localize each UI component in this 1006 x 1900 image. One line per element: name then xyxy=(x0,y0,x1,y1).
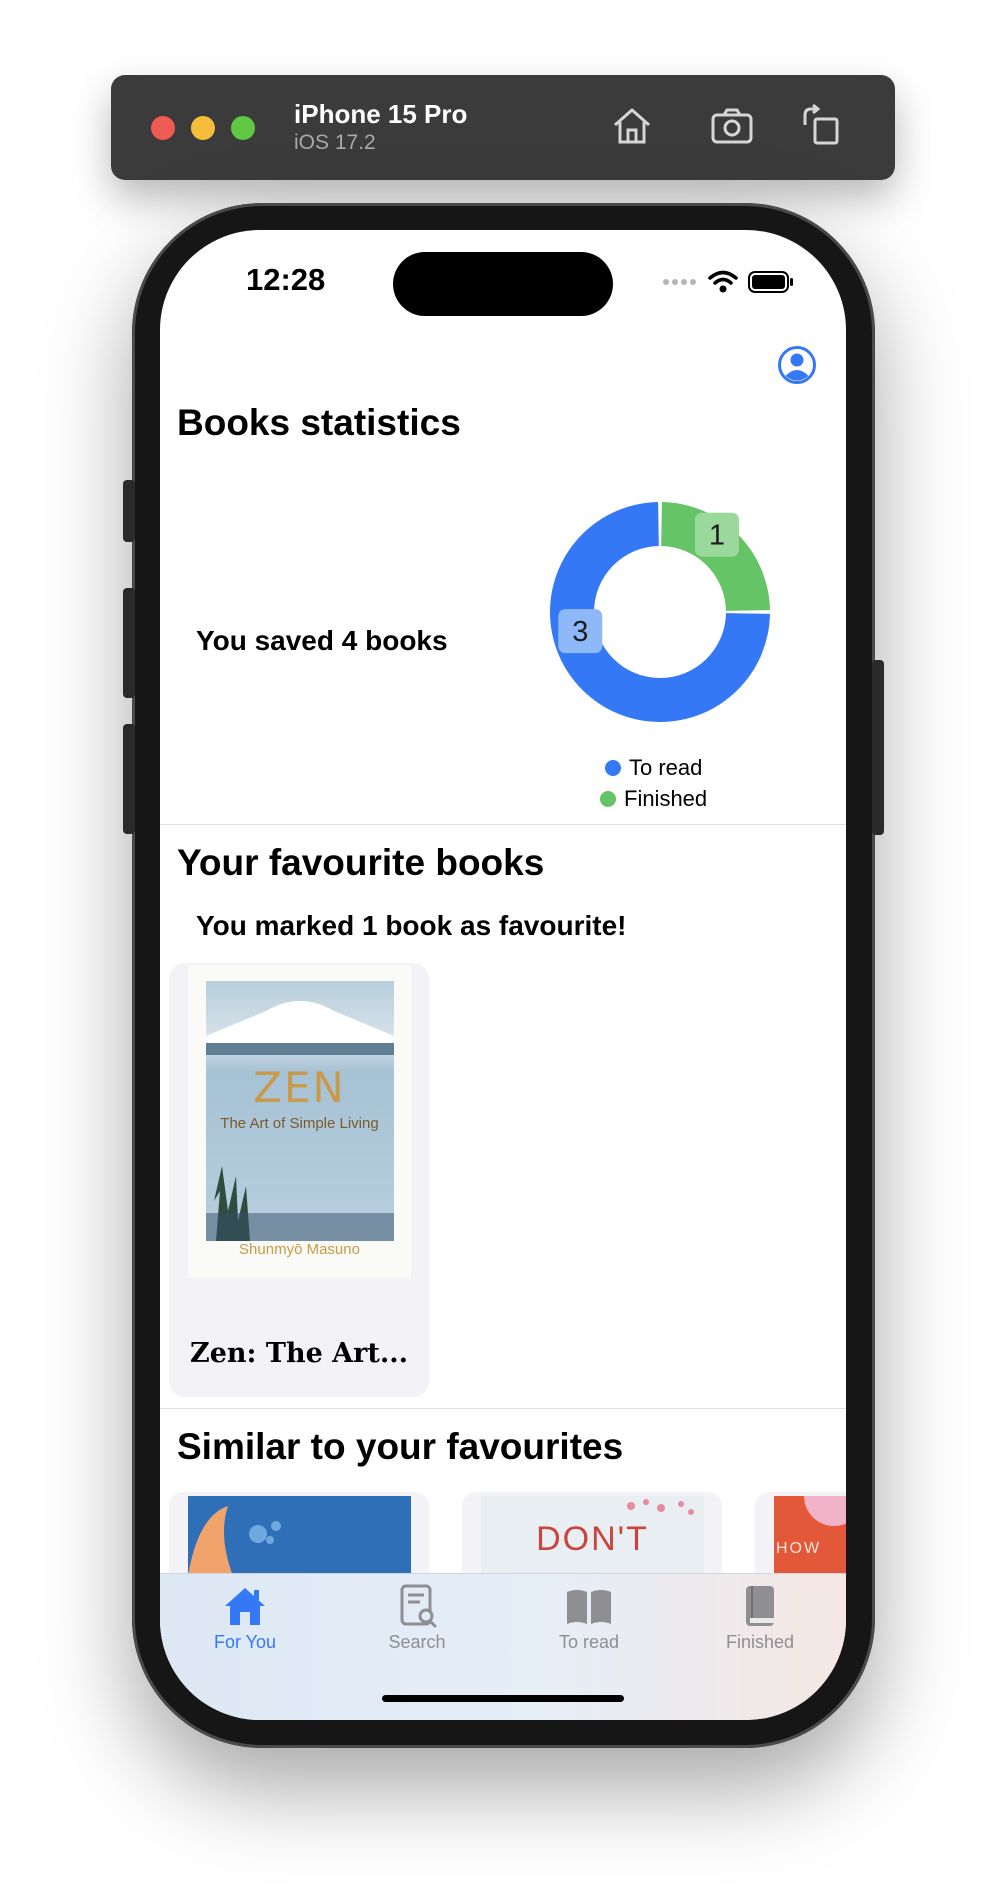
camera-icon xyxy=(711,108,753,144)
favourite-book-card[interactable]: ZEN The Art of Simple Living Shunmyō Mas… xyxy=(169,963,429,1397)
person-circle-icon xyxy=(778,346,816,384)
cover-artwork xyxy=(188,1506,281,1576)
dynamic-island xyxy=(393,252,613,316)
house-icon xyxy=(225,1588,265,1625)
stats-title: Books statistics xyxy=(177,402,461,443)
book-cover: ZEN The Art of Simple Living Shunmyō Mas… xyxy=(188,965,411,1278)
legend-dot-icon xyxy=(605,760,621,776)
legend-label: Finished xyxy=(624,786,708,811)
cover-title: ZEN xyxy=(253,1063,346,1112)
legend-item-finished: Finished xyxy=(600,786,707,812)
cover-author: Shunmyō Masuno xyxy=(239,1241,360,1258)
action-button xyxy=(123,480,135,542)
wifi-icon xyxy=(708,270,738,293)
cover-title: HOW xyxy=(776,1540,822,1557)
battery-icon xyxy=(748,271,793,293)
tab-label: To read xyxy=(558,1632,620,1652)
screenshot-button[interactable] xyxy=(707,101,757,151)
home-button[interactable] xyxy=(607,101,657,151)
home-icon xyxy=(614,108,650,144)
divider xyxy=(160,1408,846,1409)
blossom-illustration xyxy=(627,1499,694,1515)
donut-value-label: 1 xyxy=(694,512,739,557)
similar-title: Similar to your favourites xyxy=(177,1426,624,1467)
tab-to-read[interactable]: To read xyxy=(529,1582,649,1653)
legend-label: To read xyxy=(629,755,703,780)
status-time: 12:28 xyxy=(246,262,326,297)
book-title: Zen: The Art... xyxy=(189,1338,409,1369)
os-version: iOS 17.2 xyxy=(294,131,376,154)
legend-dot-icon xyxy=(600,791,616,807)
simulator-title-bar: iPhone 15 Pro iOS 17.2 xyxy=(111,75,895,180)
profile-button[interactable] xyxy=(777,345,817,385)
tab-for-you[interactable]: For You xyxy=(185,1582,305,1653)
minimize-window-button[interactable] xyxy=(191,116,215,140)
tab-label: Search xyxy=(388,1632,446,1652)
donut-value-label: 3 xyxy=(558,609,603,654)
favourites-title: Your favourite books xyxy=(177,842,545,883)
saved-books-text: You saved 4 books xyxy=(196,625,448,656)
svg-text:1: 1 xyxy=(709,520,725,552)
cover-shape xyxy=(804,1496,846,1526)
legend-item-to-read: To read xyxy=(605,755,702,781)
zoom-window-button[interactable] xyxy=(231,116,255,140)
rotate-icon xyxy=(803,103,839,145)
phone-screen: 12:28 Books statistics You saved 4 books… xyxy=(160,230,846,1720)
signal-icon xyxy=(663,279,696,285)
cover-subtitle: The Art of Simple Living xyxy=(220,1115,379,1132)
side-button xyxy=(872,660,884,835)
close-window-button[interactable] xyxy=(151,116,175,140)
home-indicator xyxy=(382,1695,624,1702)
tab-label: Finished xyxy=(725,1632,795,1652)
tab-finished[interactable]: Finished xyxy=(700,1582,820,1653)
favourites-message: You marked 1 book as favourite! xyxy=(196,910,627,941)
tab-search[interactable]: Search xyxy=(357,1582,477,1653)
closed-book-icon xyxy=(746,1586,774,1626)
divider xyxy=(160,824,846,825)
tab-label: For You xyxy=(213,1632,277,1652)
open-book-icon xyxy=(567,1590,611,1624)
search-doc-icon xyxy=(400,1584,437,1628)
device-name: iPhone 15 Pro xyxy=(294,99,468,129)
volume-up-button xyxy=(123,588,135,698)
books-donut-chart: 13 xyxy=(550,502,770,722)
rotate-button[interactable] xyxy=(797,101,847,151)
volume-down-button xyxy=(123,724,135,834)
svg-text:3: 3 xyxy=(572,616,588,648)
status-icons xyxy=(662,270,794,294)
